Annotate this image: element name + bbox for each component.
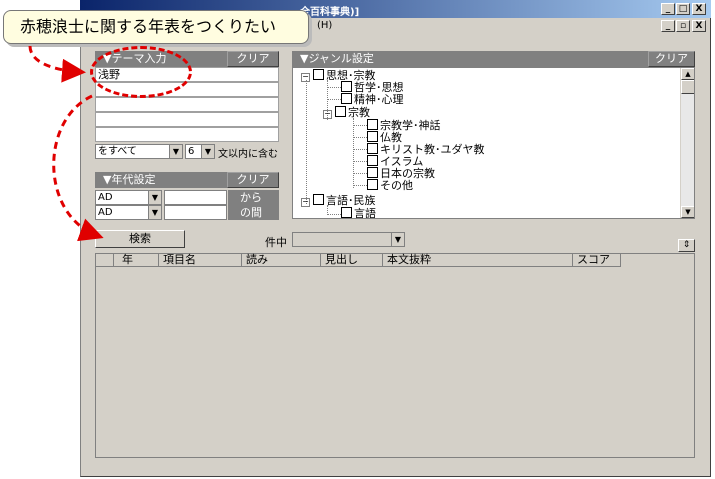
arrow-to-theme <box>28 45 86 83</box>
annotation-arrows <box>28 45 104 242</box>
arrow-to-search <box>52 94 104 242</box>
